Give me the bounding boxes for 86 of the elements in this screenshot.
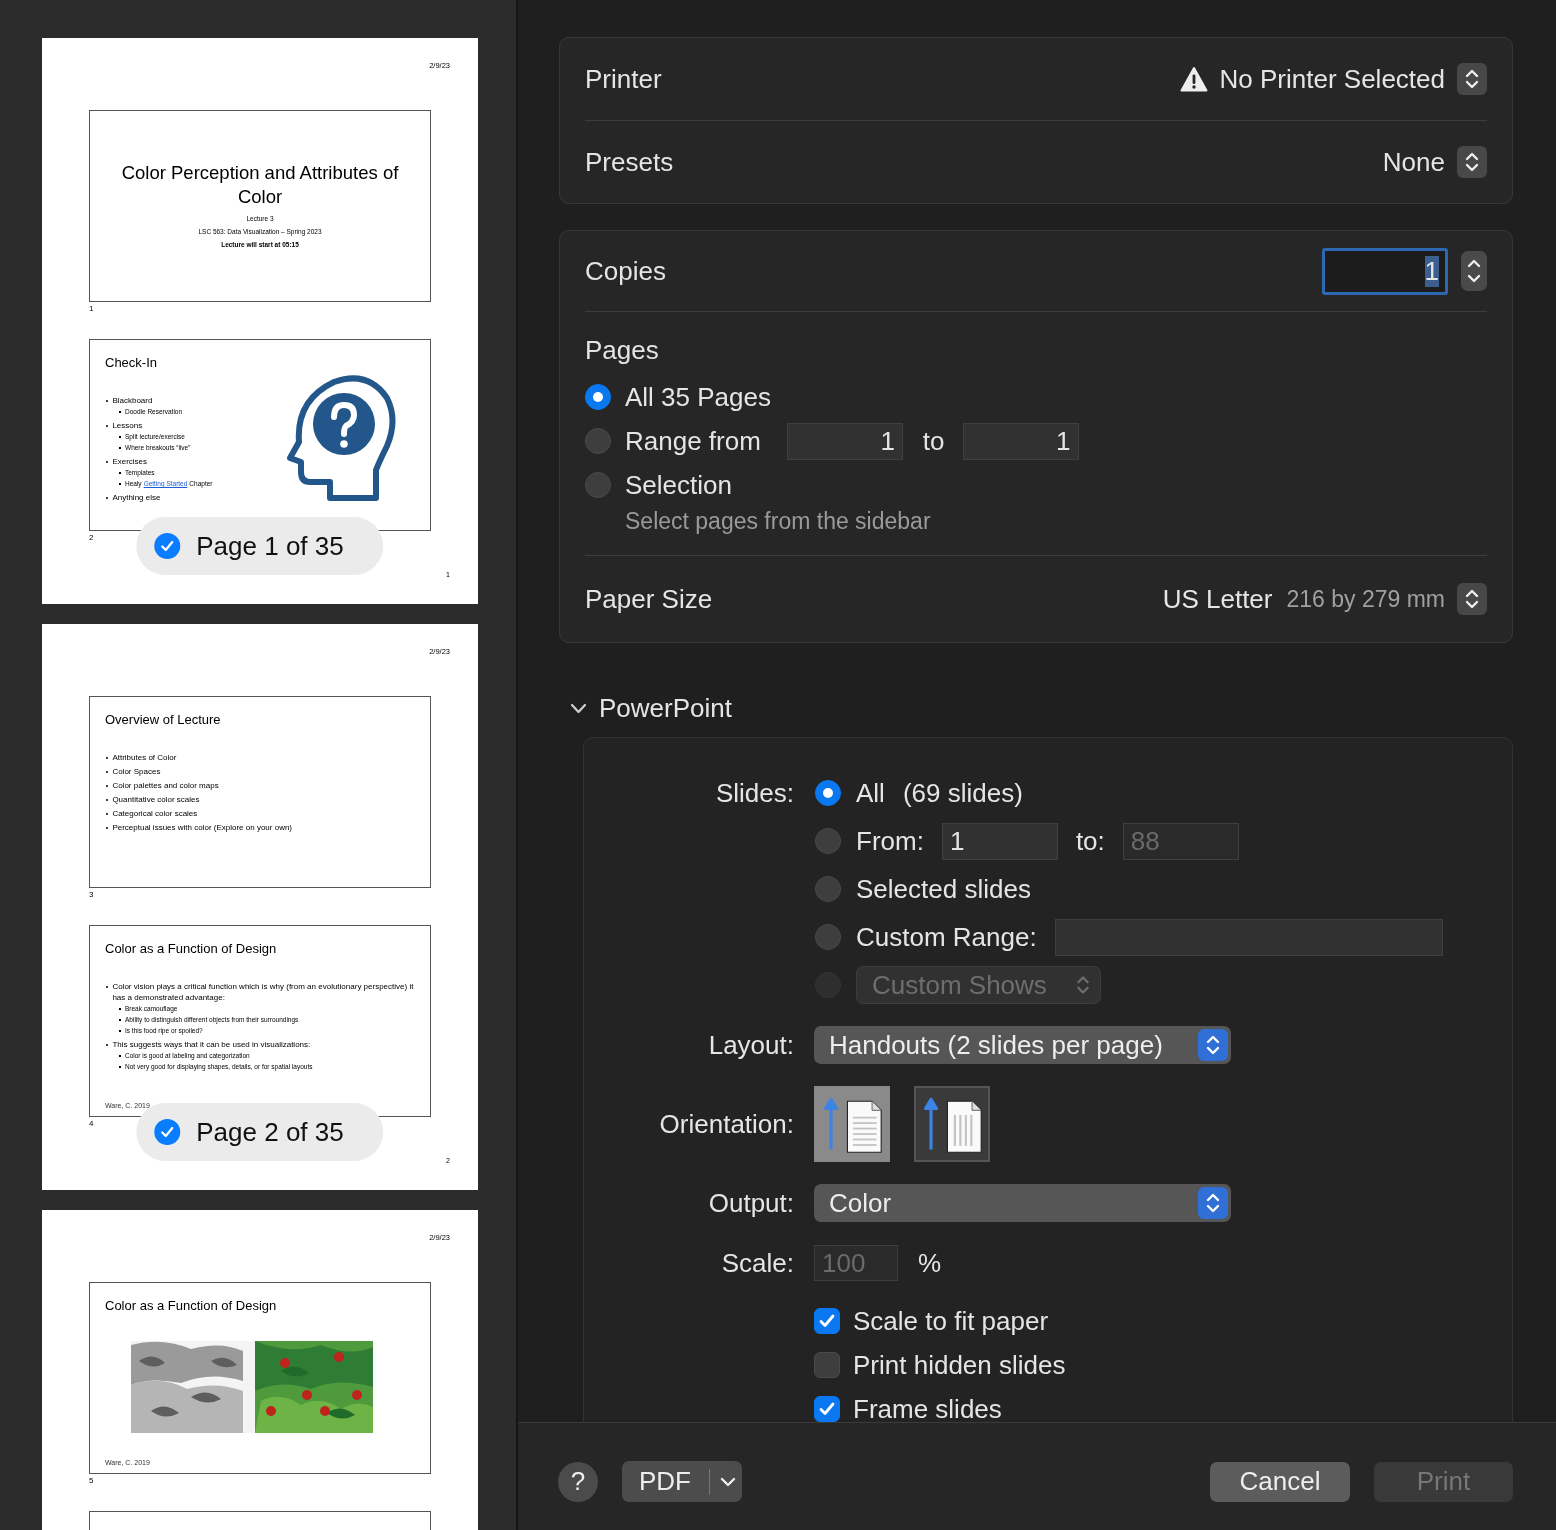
copies-field[interactable]: 1 — [1322, 247, 1448, 295]
slide-number: 1 — [89, 303, 94, 315]
slide-title: Color Perception and Attributes of Color — [120, 161, 400, 209]
slide-bullet: Categorical color scales — [112, 808, 198, 819]
chevron-updown-icon — [1457, 63, 1487, 95]
radio-label: All 35 Pages — [625, 381, 771, 413]
chevron-updown-icon — [1198, 1029, 1228, 1061]
slide-bullet: Quantitative color scales — [112, 794, 200, 805]
stepper[interactable] — [1461, 251, 1487, 291]
checkbox-label: Scale to fit paper — [853, 1305, 1049, 1337]
to-label: to: — [1075, 825, 1105, 857]
presets-label: Presets — [585, 146, 674, 178]
field-label: Scale: — [721, 1247, 794, 1278]
orientation-button[interactable] — [914, 1086, 990, 1162]
slide-bullet: Color vision plays a critical function which is why (from an evolutionary perspective) it has a demonstrated advantage: — [112, 981, 415, 1003]
page-label: Page 1 of 35 — [196, 530, 344, 562]
paper-size-popup[interactable]: US Letter 216 by 279 mm — [1162, 583, 1487, 615]
field-label: Output: — [708, 1187, 794, 1218]
slide-number: 2 — [89, 532, 94, 544]
slide-bullet: Blackboard — [112, 395, 153, 406]
slide-title: Overview of Lecture — [105, 711, 221, 729]
pdf-menu-button[interactable]: PDF — [622, 1461, 742, 1502]
slide-bullet: Attributes of Color — [112, 752, 177, 763]
section-title: PowerPoint — [599, 692, 732, 724]
output-popup[interactable]: Color — [814, 1184, 1231, 1222]
cancel-button[interactable]: Cancel — [1210, 1461, 1350, 1502]
slide-number: 5 — [89, 1475, 94, 1487]
pages-label: Pages — [585, 334, 660, 366]
chevron-down-icon — [720, 1476, 736, 1487]
slide-bullet: Anything else — [112, 492, 161, 503]
layout-popup[interactable]: Handouts (2 slides per page) — [814, 1026, 1231, 1064]
chevron-updown-icon — [1198, 1187, 1228, 1219]
radio-button[interactable] — [585, 428, 611, 454]
field-label: Slides: — [715, 777, 794, 808]
slide-title: Color as a Function of Design — [105, 1297, 277, 1315]
chevron-down-icon[interactable] — [570, 702, 587, 714]
printer-label: Printer — [585, 63, 662, 95]
copies-label: Copies — [585, 255, 666, 287]
radio-label: Range from — [625, 425, 761, 457]
slide-title: Color as a Function of Design — [105, 940, 277, 958]
printer-popup[interactable]: No Printer Selected — [1179, 63, 1487, 95]
radio-button[interactable] — [585, 472, 611, 498]
radio-button[interactable] — [815, 924, 841, 950]
radio-label: Custom Range: — [856, 921, 1037, 953]
checkbox[interactable] — [814, 1308, 840, 1334]
percent-label: % — [918, 1247, 942, 1279]
presets-popup[interactable]: None — [1382, 146, 1487, 178]
slide-bullet: This suggests ways that it can be used in visualizations: — [112, 1039, 311, 1050]
radio-label: Selected slides — [856, 873, 1031, 905]
field-label: Layout: — [708, 1029, 794, 1060]
page-label: Page 2 of 35 — [196, 1116, 344, 1148]
help-button[interactable]: ? — [558, 1461, 598, 1502]
field-label: Orientation: — [659, 1108, 794, 1139]
slide-count: (69 slides) — [902, 777, 1023, 809]
checkbox-label: Frame slides — [853, 1393, 1002, 1422]
slide-title: Check-In — [105, 354, 158, 372]
hint-text: Select pages from the sidebar — [625, 507, 932, 535]
radio-button[interactable] — [815, 876, 841, 902]
radio-button[interactable] — [585, 384, 611, 410]
slide-bullet: Color palettes and color maps — [112, 780, 219, 791]
slide-number: 4 — [89, 1118, 94, 1130]
radio-button[interactable] — [815, 828, 841, 854]
chevron-updown-icon — [1457, 583, 1487, 615]
checkbox[interactable] — [814, 1396, 840, 1422]
slide-bullet: Color Spaces — [112, 766, 161, 777]
checkbox-label: Print hidden slides — [853, 1349, 1066, 1381]
radio-button[interactable] — [815, 780, 841, 806]
slide-bullet: Exercises — [112, 456, 148, 467]
chevron-updown-icon — [1457, 146, 1487, 178]
slide-number: 3 — [89, 889, 94, 901]
radio-label: Selection — [625, 469, 732, 501]
from-field[interactable]: 1 — [941, 822, 1058, 860]
slide-bullet: Lessons — [112, 420, 143, 431]
radio-label: All — [856, 777, 885, 809]
range-to-label: to — [922, 425, 945, 457]
head-question-icon — [284, 372, 396, 502]
orientation-button[interactable] — [814, 1086, 890, 1162]
paper-size-label: Paper Size — [585, 583, 713, 615]
checkmark-icon — [818, 1401, 836, 1417]
checkbox[interactable] — [814, 1352, 840, 1378]
slide-bullet: Perceptual issues with color (Explore on your own) — [112, 822, 293, 833]
checkmark-icon — [818, 1313, 836, 1329]
range-to-field[interactable]: 1 — [962, 422, 1079, 460]
custom-range-field[interactable] — [1054, 918, 1443, 956]
range-from-field[interactable]: 1 — [786, 422, 903, 460]
radio-label: From: — [856, 825, 924, 857]
